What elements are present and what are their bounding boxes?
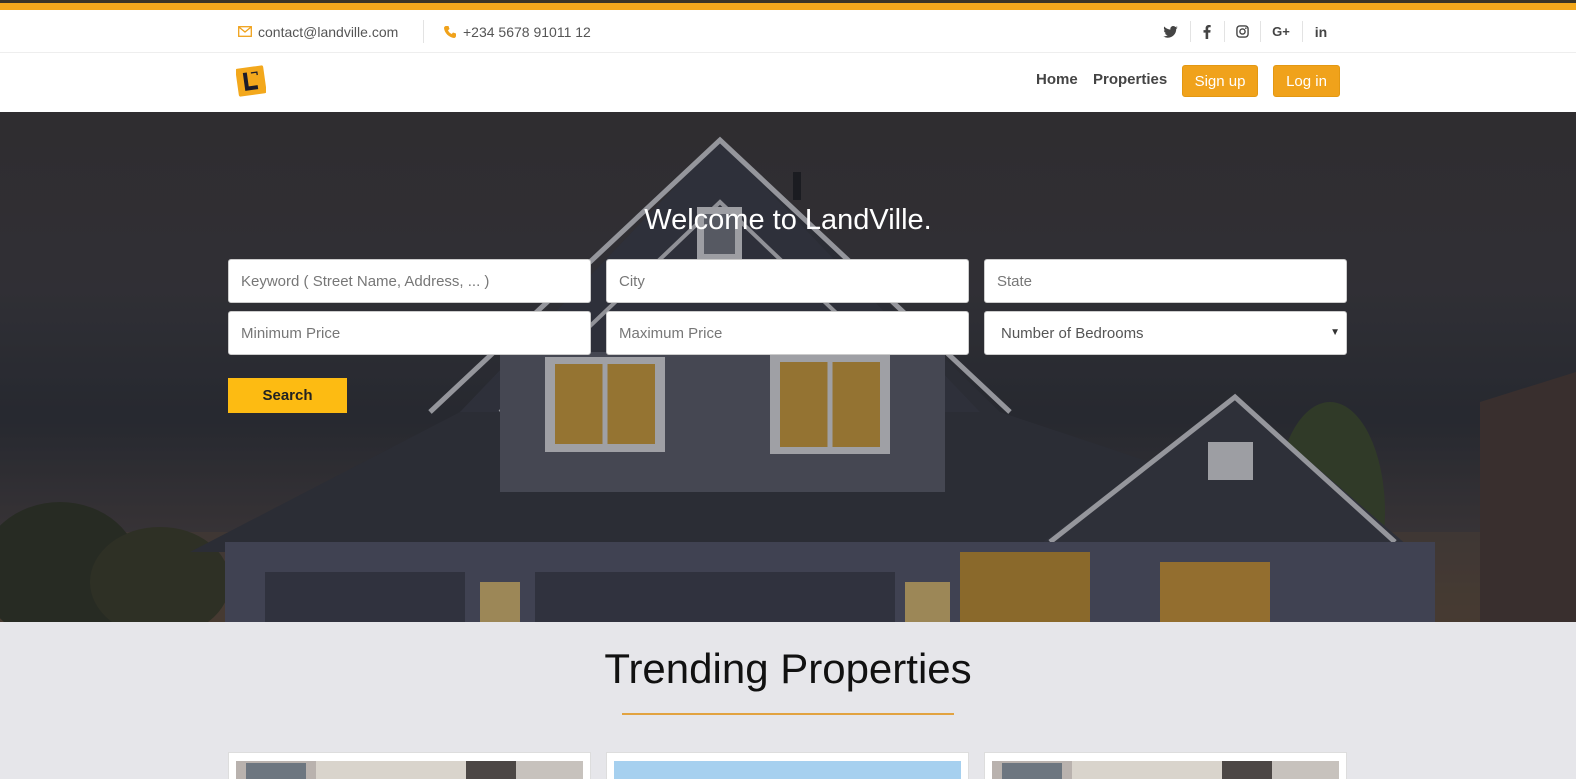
property-image: [992, 761, 1339, 779]
keyword-input[interactable]: Keyword ( Street Name, Address, ... ): [228, 259, 591, 303]
facebook-link[interactable]: [1190, 10, 1224, 53]
property-image: [236, 761, 583, 779]
linkedin-link[interactable]: in: [1304, 10, 1338, 53]
bedrooms-select[interactable]: Number of Bedrooms ▼: [984, 311, 1347, 355]
nav-properties[interactable]: Properties: [1093, 71, 1167, 88]
property-card[interactable]: [984, 752, 1347, 779]
contact-email[interactable]: contact@landville.com: [238, 10, 398, 53]
property-card[interactable]: [228, 752, 591, 779]
contact-phone-text: +234 5678 91011 12: [463, 23, 591, 40]
min-price-placeholder: Minimum Price: [241, 324, 341, 342]
house-background-image: [0, 112, 1576, 622]
hero-title: Welcome to LandVille.: [644, 204, 932, 236]
login-button[interactable]: Log in: [1273, 65, 1340, 97]
contact-phone[interactable]: +234 5678 91011 12: [443, 10, 591, 53]
nav-home[interactable]: Home: [1036, 71, 1078, 88]
keyword-placeholder: Keyword ( Street Name, Address, ... ): [241, 272, 490, 290]
main-navbar: Home Properties Sign up Log in: [0, 53, 1576, 112]
instagram-link[interactable]: [1225, 10, 1259, 53]
max-price-input[interactable]: Maximum Price: [606, 311, 969, 355]
top-accent-stripe: [0, 0, 1576, 10]
google-plus-link[interactable]: G+: [1264, 10, 1298, 53]
phone-icon: [444, 25, 456, 38]
social-separator: [1302, 21, 1303, 42]
contact-bar: contact@landville.com +234 5678 91011 12…: [0, 10, 1576, 53]
trending-title: Trending Properties: [604, 645, 972, 692]
landville-logo[interactable]: [236, 65, 266, 97]
city-input[interactable]: City: [606, 259, 969, 303]
state-input[interactable]: State: [984, 259, 1347, 303]
min-price-input[interactable]: Minimum Price: [228, 311, 591, 355]
hero-banner: Welcome to LandVille. Keyword ( Street N…: [0, 112, 1576, 622]
bedrooms-selected: Number of Bedrooms: [1001, 324, 1144, 342]
google-plus-icon: G+: [1272, 24, 1290, 39]
dropdown-caret-icon: ▼: [1330, 327, 1340, 338]
max-price-placeholder: Maximum Price: [619, 324, 723, 342]
signup-button[interactable]: Sign up: [1182, 65, 1258, 97]
property-card[interactable]: [606, 752, 969, 779]
search-button[interactable]: Search: [228, 378, 347, 413]
contact-email-text: contact@landville.com: [258, 23, 399, 40]
envelope-icon: [238, 26, 252, 37]
state-placeholder: State: [997, 272, 1033, 290]
instagram-icon: [1235, 25, 1249, 38]
title-underline: [622, 713, 954, 715]
facebook-icon: [1203, 24, 1211, 39]
twitter-link[interactable]: [1153, 10, 1187, 53]
property-image: [614, 761, 961, 779]
social-separator: [1260, 21, 1261, 42]
city-placeholder: City: [619, 272, 645, 290]
twitter-icon: [1162, 25, 1178, 38]
contact-divider: [423, 20, 424, 43]
linkedin-icon: in: [1314, 23, 1328, 40]
